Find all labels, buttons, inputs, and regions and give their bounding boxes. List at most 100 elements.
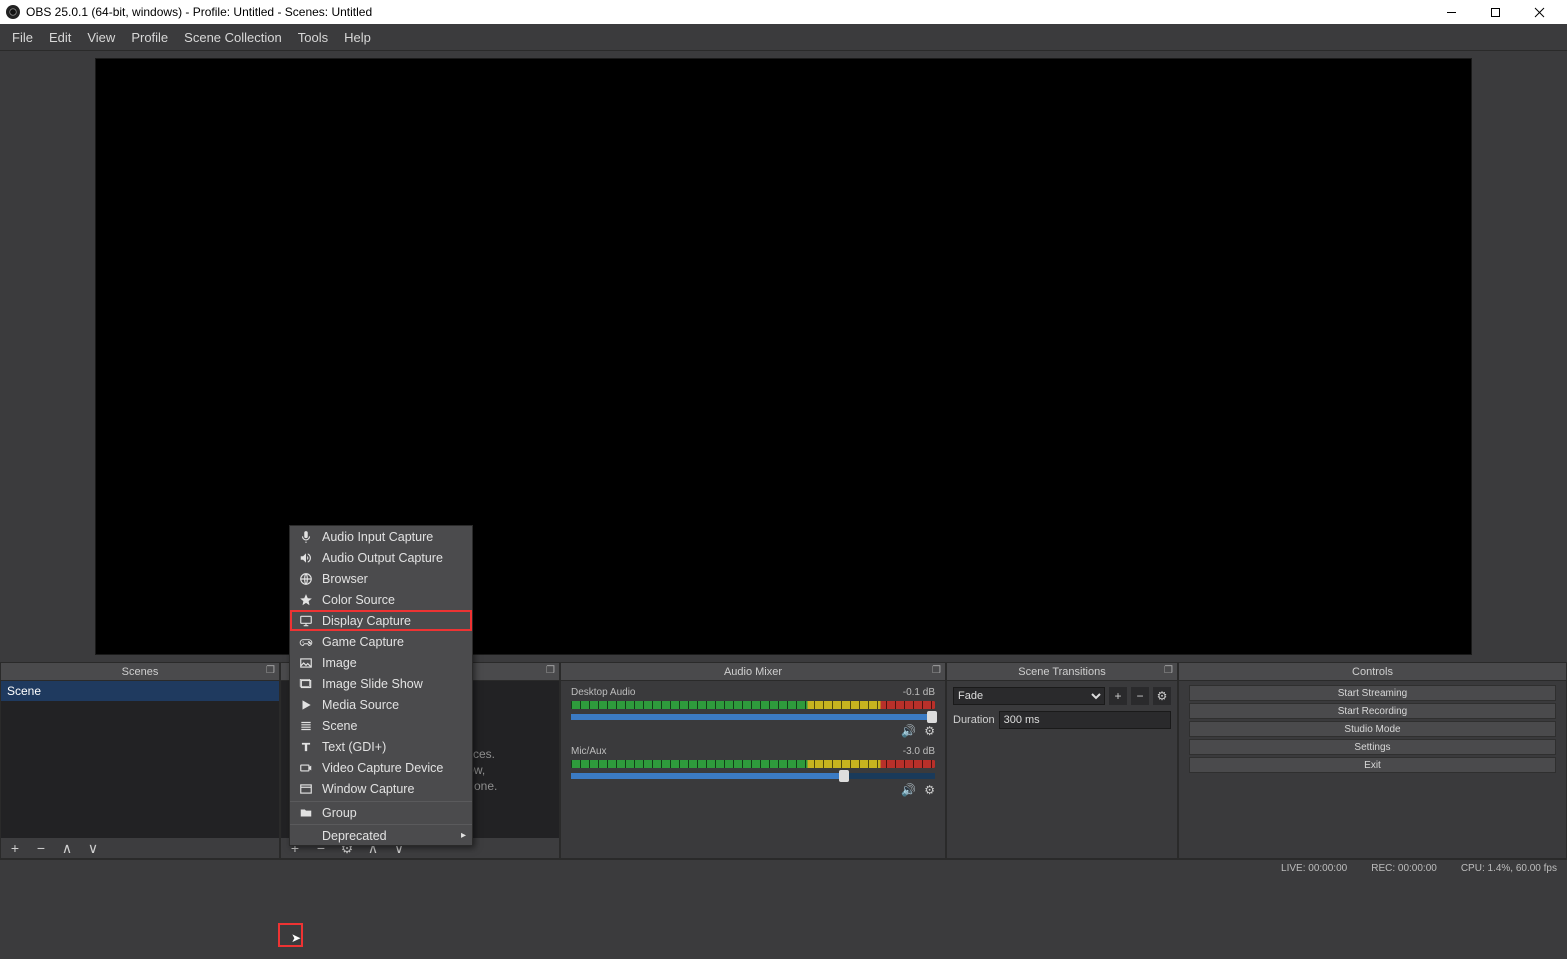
settings-button[interactable]: Settings (1189, 739, 1556, 755)
transitions-body: Fade + − ⚙ Duration (947, 681, 1177, 858)
context-menu-item-label: Media Source (322, 698, 399, 712)
dock-mixer-title: Audio Mixer (724, 666, 782, 678)
context-menu-item-deprecated[interactable]: Deprecated▸ (290, 824, 472, 845)
dock-controls: Controls Start Streaming Start Recording… (1178, 662, 1567, 859)
scene-move-up-button[interactable]: ∧ (59, 840, 75, 857)
context-menu-item-color-source[interactable]: Color Source (290, 589, 472, 610)
status-rec: REC: 00:00:00 (1371, 863, 1437, 874)
channel-meter (571, 760, 935, 768)
context-menu-item-label: Color Source (322, 593, 395, 607)
channel-db: -0.1 dB (903, 687, 935, 698)
context-menu-item-label: Scene (322, 719, 357, 733)
dock-audio-mixer: Audio Mixer ❐ Desktop Audio -0.1 dB 🔊 ⚙ (560, 662, 946, 859)
context-menu-item-media-source[interactable]: Media Source (290, 694, 472, 715)
context-menu-item-browser[interactable]: Browser (290, 568, 472, 589)
channel-name: Desktop Audio (571, 687, 636, 698)
context-menu-item-audio-output-capture[interactable]: Audio Output Capture (290, 547, 472, 568)
context-menu-item-label: Audio Input Capture (322, 530, 433, 544)
dock-scenes-header[interactable]: Scenes ❐ (1, 663, 279, 681)
image-icon (298, 656, 314, 670)
docks-row: Scenes ❐ Scene + − ∧ ∨ Sources ❐ (0, 662, 1567, 859)
game-capture-icon (298, 635, 314, 649)
context-menu-item-group[interactable]: Group (290, 801, 472, 822)
context-menu-item-display-capture[interactable]: Display Capture (290, 610, 472, 631)
dock-popout-icon[interactable]: ❐ (932, 665, 941, 676)
dock-scenes-title: Scenes (122, 666, 159, 678)
window-close-button[interactable] (1517, 0, 1561, 24)
scene-icon (298, 719, 314, 733)
transition-add-button[interactable]: + (1109, 687, 1127, 705)
context-menu-item-audio-input-capture[interactable]: Audio Input Capture (290, 526, 472, 547)
dock-controls-title: Controls (1352, 666, 1393, 678)
dock-mixer-header[interactable]: Audio Mixer ❐ (561, 663, 945, 681)
context-menu-item-label: Video Capture Device (322, 761, 443, 775)
dock-controls-header[interactable]: Controls (1179, 663, 1566, 681)
context-menu-item-label: Image (322, 656, 357, 670)
context-menu-item-label: Display Capture (322, 614, 411, 628)
start-recording-button[interactable]: Start Recording (1189, 703, 1556, 719)
dock-transitions-header[interactable]: Scene Transitions ❐ (947, 663, 1177, 681)
channel-db: -3.0 dB (903, 746, 935, 757)
channel-volume-slider[interactable] (571, 714, 935, 720)
annotation-highlight-box (278, 923, 303, 947)
dock-scenes: Scenes ❐ Scene + − ∧ ∨ (0, 662, 280, 859)
transition-remove-button[interactable]: − (1131, 687, 1149, 705)
studio-mode-button[interactable]: Studio Mode (1189, 721, 1556, 737)
cursor-icon: ➤ (291, 931, 301, 945)
context-menu-item-image[interactable]: Image (290, 652, 472, 673)
channel-name: Mic/Aux (571, 746, 607, 757)
obs-logo-icon (6, 5, 20, 19)
browser-icon (298, 572, 314, 586)
image-slide-show-icon (298, 677, 314, 691)
menu-file[interactable]: File (4, 26, 41, 49)
app-frame: File Edit View Profile Scene Collection … (0, 24, 1567, 959)
scene-add-button[interactable]: + (7, 840, 23, 856)
context-menu-item-text-gdi-[interactable]: Text (GDI+) (290, 736, 472, 757)
scene-move-down-button[interactable]: ∨ (85, 840, 101, 857)
context-menu-item-video-capture-device[interactable]: Video Capture Device (290, 757, 472, 778)
menu-tools[interactable]: Tools (290, 26, 336, 49)
context-menu-item-label: Group (322, 806, 357, 820)
window-minimize-button[interactable] (1429, 0, 1473, 24)
channel-settings-icon[interactable]: ⚙ (924, 724, 935, 738)
start-streaming-button[interactable]: Start Streaming (1189, 685, 1556, 701)
menu-help[interactable]: Help (336, 26, 379, 49)
color-source-icon (298, 593, 314, 607)
transition-duration-input[interactable] (999, 711, 1171, 729)
menubar: File Edit View Profile Scene Collection … (0, 24, 1567, 51)
channel-meter (571, 701, 935, 709)
menu-edit[interactable]: Edit (41, 26, 79, 49)
audio-output-capture-icon (298, 551, 314, 565)
context-menu-item-game-capture[interactable]: Game Capture (290, 631, 472, 652)
mixer-body: Desktop Audio -0.1 dB 🔊 ⚙ Mic/Aux -3.0 d… (561, 681, 945, 858)
add-source-context-menu[interactable]: Audio Input Capture Audio Output Capture B… (289, 525, 473, 846)
scenes-toolbar: + − ∧ ∨ (1, 838, 279, 858)
context-menu-item-label: Game Capture (322, 635, 404, 649)
text-gdi--icon (298, 740, 314, 754)
context-menu-item-label: Audio Output Capture (322, 551, 443, 565)
scene-row[interactable]: Scene (1, 681, 279, 701)
menu-scene-collection[interactable]: Scene Collection (176, 26, 290, 49)
channel-mute-icon[interactable]: 🔊 (901, 724, 916, 738)
dock-popout-icon[interactable]: ❐ (546, 665, 555, 676)
status-cpu: CPU: 1.4%, 60.00 fps (1461, 863, 1557, 874)
transition-select[interactable]: Fade (953, 687, 1105, 705)
scene-remove-button[interactable]: − (33, 840, 49, 856)
mixer-channel-mic: Mic/Aux -3.0 dB 🔊 ⚙ (561, 740, 945, 799)
window-maximize-button[interactable] (1473, 0, 1517, 24)
context-menu-item-scene[interactable]: Scene (290, 715, 472, 736)
menu-profile[interactable]: Profile (123, 26, 176, 49)
menu-view[interactable]: View (79, 26, 123, 49)
channel-settings-icon[interactable]: ⚙ (924, 783, 935, 797)
scenes-list[interactable]: Scene + − ∧ ∨ (1, 681, 279, 858)
dock-popout-icon[interactable]: ❐ (1164, 665, 1173, 676)
context-menu-item-image-slide-show[interactable]: Image Slide Show (290, 673, 472, 694)
dock-popout-icon[interactable]: ❐ (266, 665, 275, 676)
transition-settings-button[interactable]: ⚙ (1153, 687, 1171, 705)
exit-button[interactable]: Exit (1189, 757, 1556, 773)
window-titlebar: OBS 25.0.1 (64-bit, windows) - Profile: … (0, 0, 1567, 24)
video-capture-device-icon (298, 761, 314, 775)
channel-mute-icon[interactable]: 🔊 (901, 783, 916, 797)
context-menu-item-window-capture[interactable]: Window Capture (290, 778, 472, 799)
channel-volume-slider[interactable] (571, 773, 935, 779)
